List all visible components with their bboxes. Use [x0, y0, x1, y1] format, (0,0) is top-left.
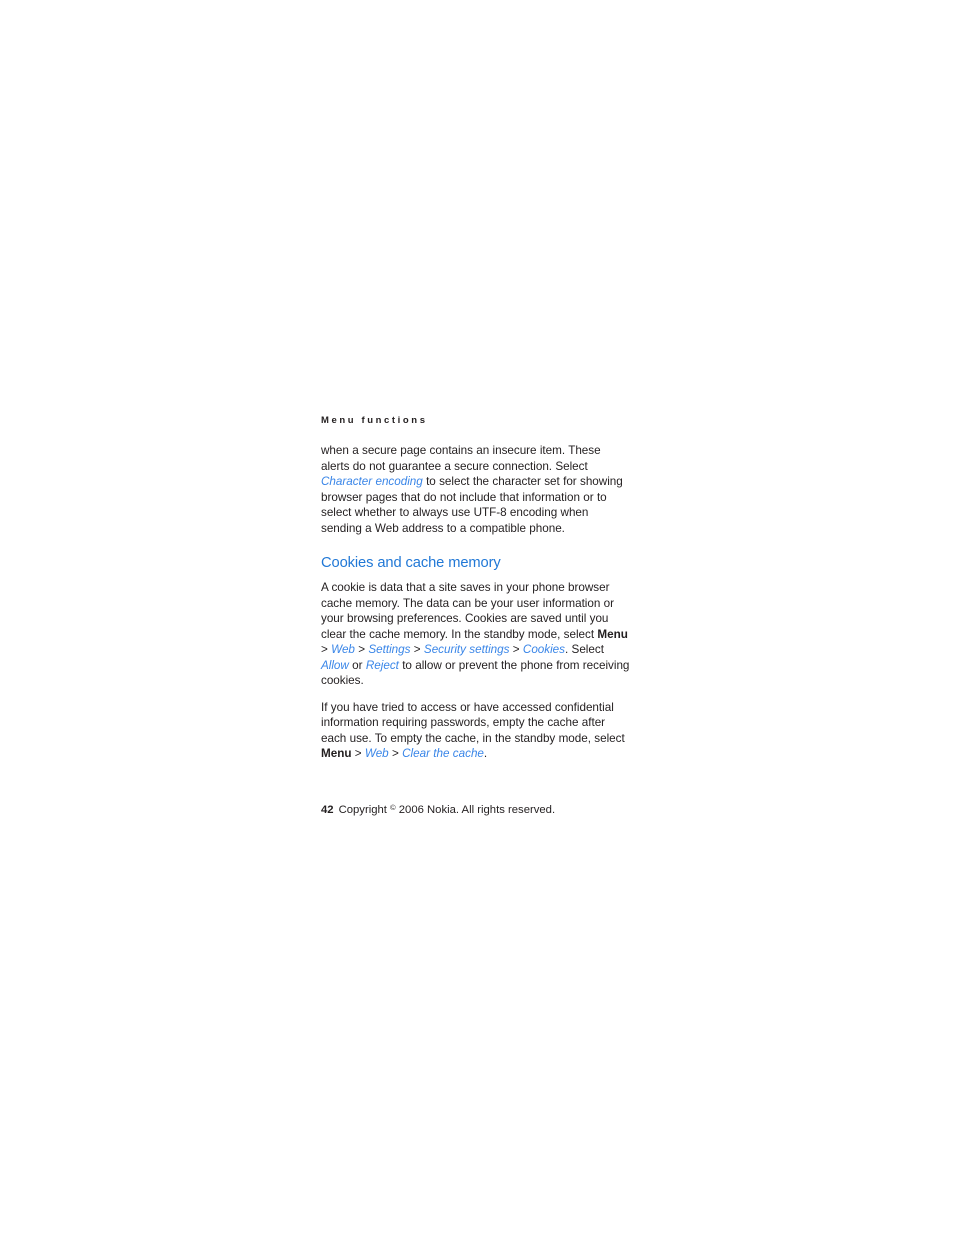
- p2-text-part1: If you have tried to access or have acce…: [321, 700, 625, 745]
- separator-3: >: [410, 643, 424, 656]
- menu-keyword-2: Menu: [321, 747, 352, 760]
- page-footer: 42 Copyright © 2006 Nokia. All rights res…: [321, 801, 555, 817]
- intro-paragraph: when a secure page contains an insecure …: [321, 443, 631, 536]
- separator-5: >: [351, 747, 365, 760]
- section-paragraph-1: A cookie is data that a site saves in yo…: [321, 580, 633, 689]
- copyright-suffix: 2006 Nokia. All rights reserved.: [395, 804, 556, 817]
- link-allow[interactable]: Allow: [321, 659, 349, 672]
- menu-keyword-1: Menu: [597, 627, 628, 641]
- separator-1: >: [321, 643, 332, 656]
- intro-paragraph-block: when a secure page contains an insecure …: [321, 443, 631, 536]
- section-heading-block: Cookies and cache memory: [321, 554, 631, 572]
- p2-text-part2: .: [483, 747, 488, 760]
- p1-text-part2: . Select: [565, 643, 604, 656]
- section-paragraph-2: If you have tried to access or have acce…: [321, 700, 633, 762]
- separator-2: >: [354, 643, 369, 656]
- link-web-1[interactable]: Web: [331, 643, 355, 656]
- separator-4: >: [509, 643, 523, 656]
- link-character-encoding[interactable]: Character encoding: [321, 475, 423, 488]
- copyright-prefix: Copyright: [338, 804, 391, 817]
- running-header: Menu functions: [321, 415, 428, 426]
- link-web-2[interactable]: Web: [365, 747, 389, 760]
- p1-text-part1: A cookie is data that a site saves in yo…: [321, 581, 615, 641]
- separator-6: >: [388, 747, 403, 760]
- section-heading-cookies-and-cache-memory: Cookies and cache memory: [321, 555, 501, 571]
- link-clear-the-cache[interactable]: Clear the cache: [402, 747, 484, 760]
- footer-copyright: Copyright © 2006 Nokia. All rights reser…: [338, 803, 556, 817]
- link-cookies[interactable]: Cookies: [523, 643, 565, 656]
- p1-text-part3: or: [348, 658, 366, 672]
- intro-text-part1: when a secure page contains an insecure …: [321, 444, 601, 473]
- link-settings[interactable]: Settings: [368, 643, 410, 656]
- section-body-block: A cookie is data that a site saves in yo…: [321, 580, 633, 762]
- link-security-settings[interactable]: Security settings: [424, 643, 510, 656]
- footer-page-number: 42: [321, 804, 334, 817]
- link-reject[interactable]: Reject: [366, 659, 399, 672]
